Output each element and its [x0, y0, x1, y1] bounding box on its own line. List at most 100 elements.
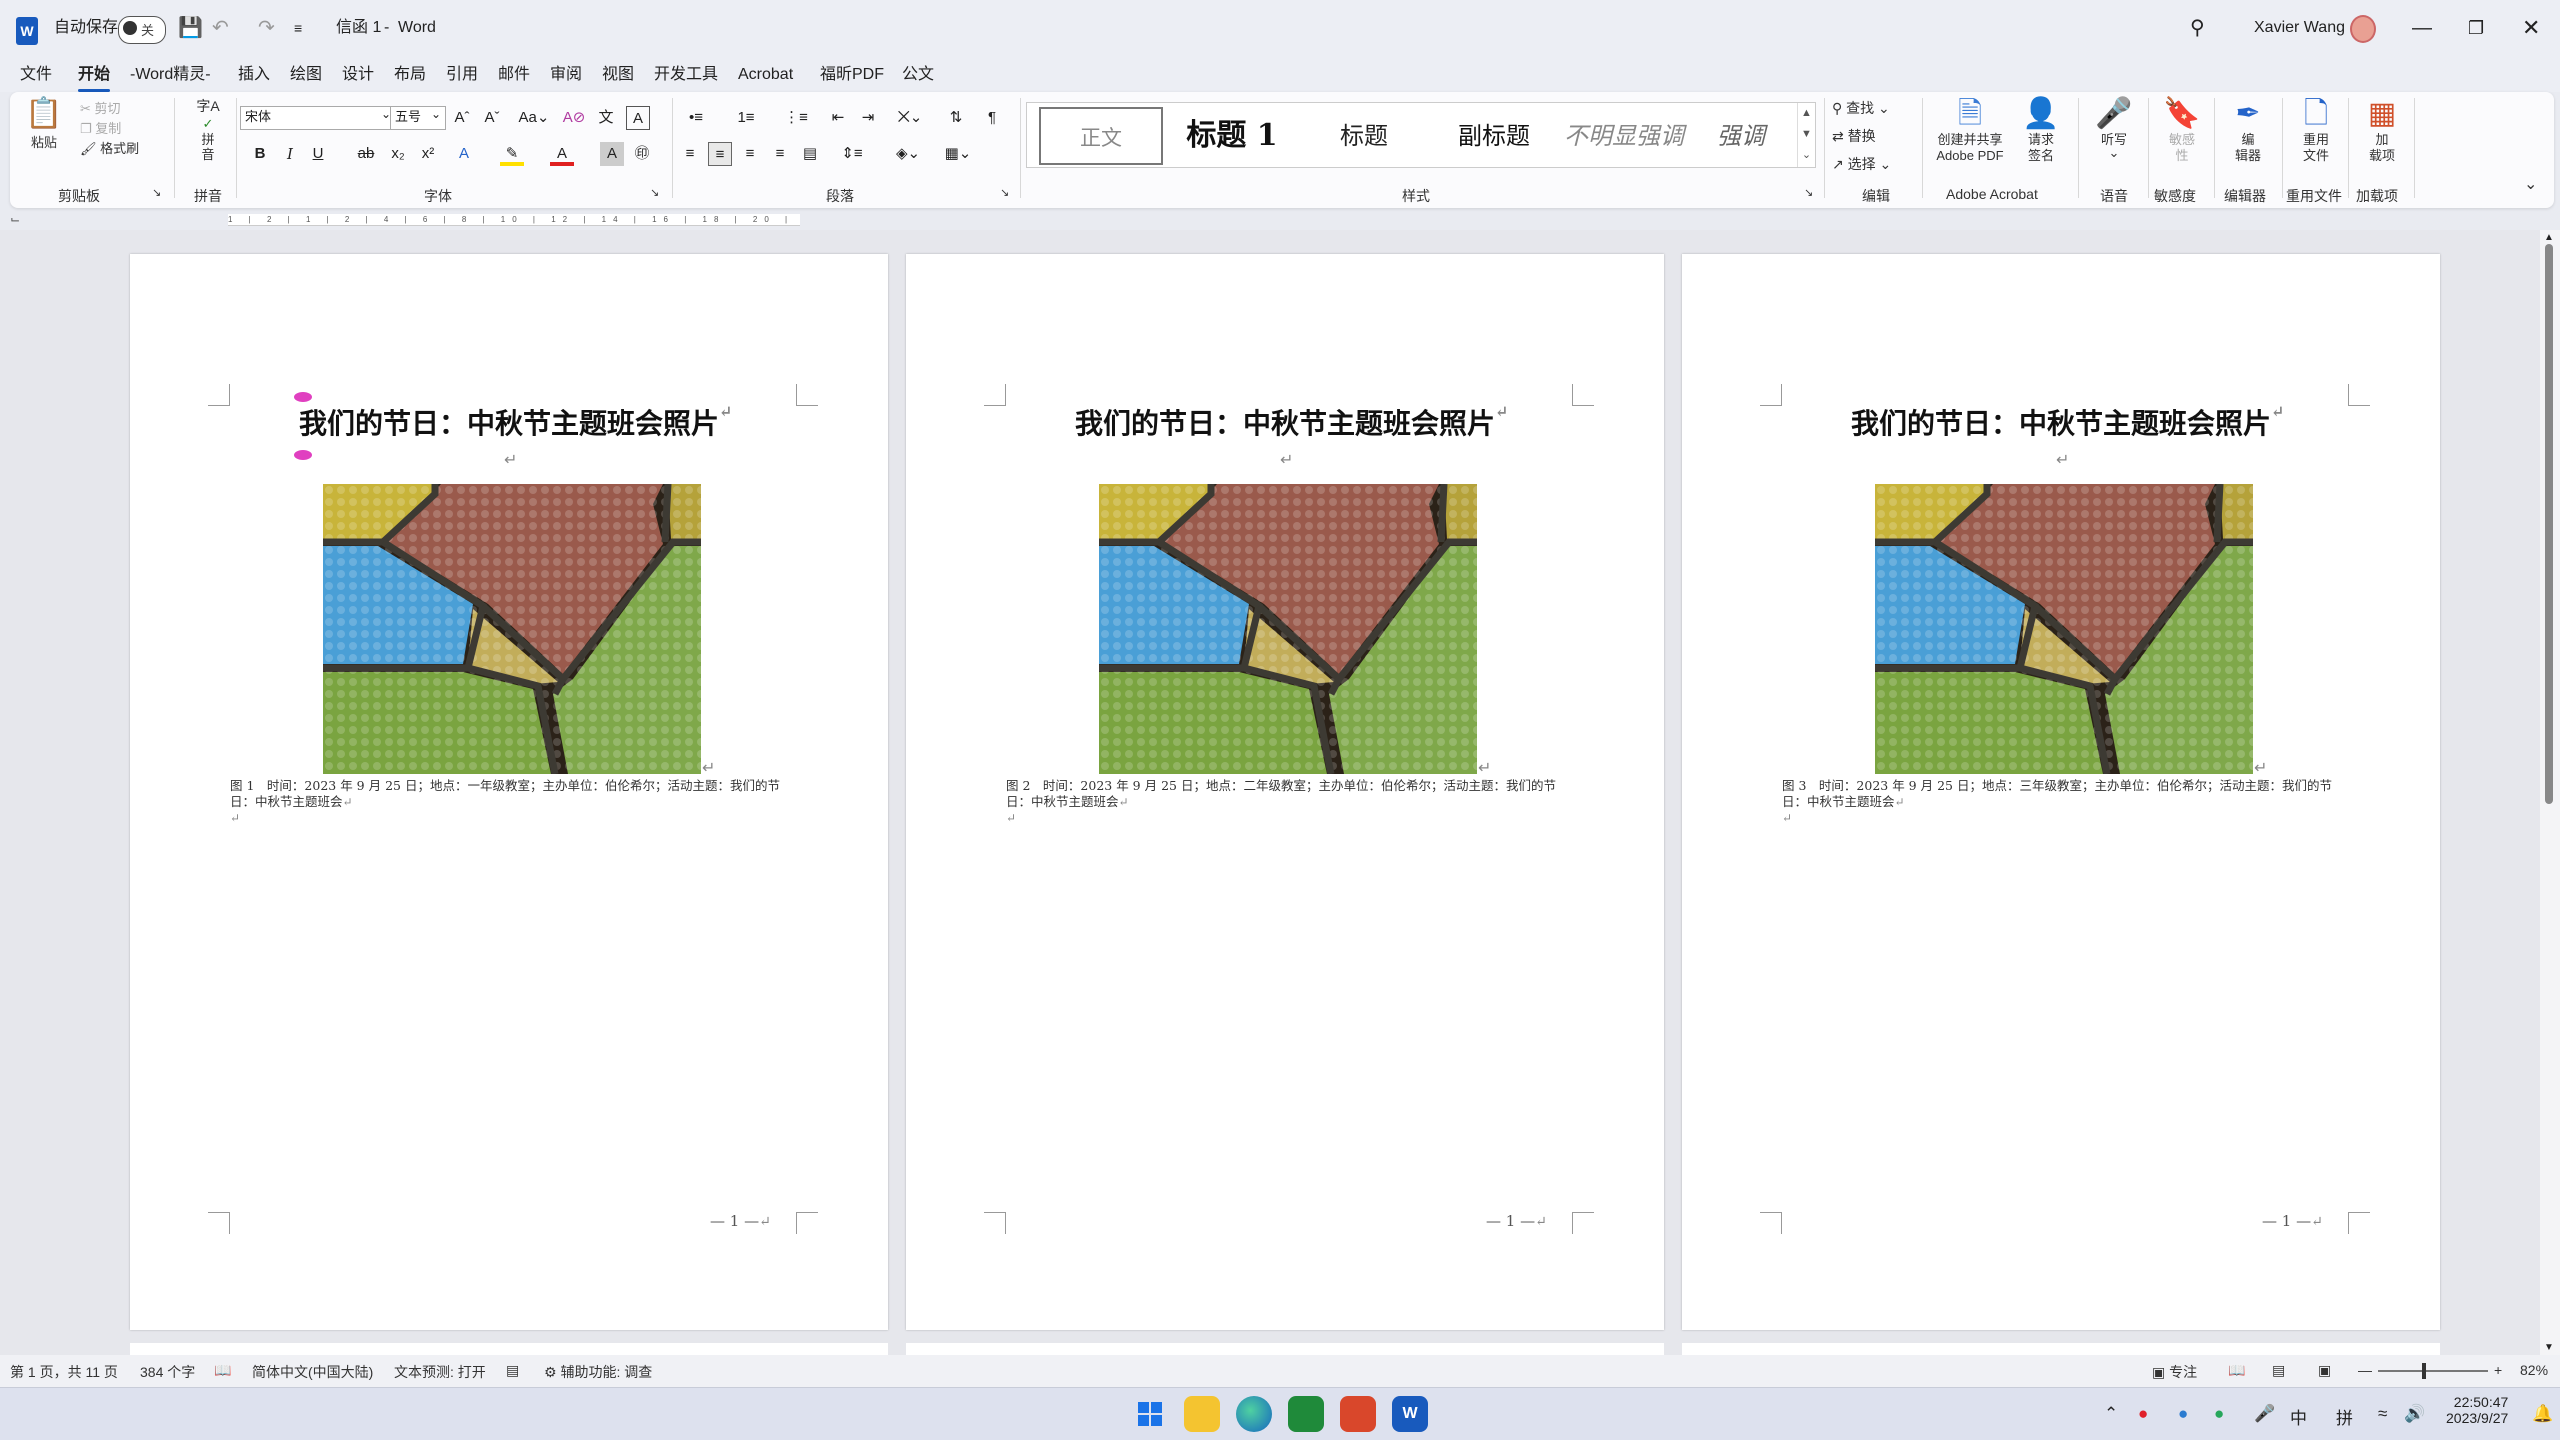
shrink-font-icon[interactable]: Aˇ [480, 106, 504, 130]
style-subtitle[interactable]: 副标题 [1431, 107, 1557, 165]
macro-icon[interactable]: ▤ [506, 1362, 519, 1379]
font-name-select[interactable]: 宋体 [240, 103, 396, 130]
page[interactable]: 我们的节日：中秋节主题班会照片 ↵ ↵ [130, 254, 888, 1330]
redo-icon[interactable]: ↷ [258, 14, 275, 42]
avatar[interactable] [2350, 15, 2376, 43]
ime-pinyin-indicator[interactable]: 拼 [2336, 1404, 2353, 1429]
spreadsheet-app-icon[interactable] [1288, 1396, 1324, 1432]
dialog-launcher-icon[interactable]: ↘ [1000, 186, 1009, 199]
enclose-characters-icon[interactable]: ㊞ [630, 142, 654, 166]
editor-button[interactable]: ✒ 编 辑器 [2220, 96, 2276, 164]
undo-icon[interactable]: ↶ [212, 14, 229, 42]
read-mode-icon[interactable]: 📖 [2228, 1362, 2245, 1379]
figure-caption[interactable]: 图 3 时间：2023 年 9 月 25 日；地点：三年级教室；主办单位：伯伦希… [1782, 778, 2342, 826]
proofing-icon[interactable]: 📖 [214, 1362, 231, 1379]
selection-handle-bottom[interactable] [294, 450, 312, 460]
tab-insert[interactable]: 插入 [238, 62, 270, 88]
show-marks-icon[interactable]: ¶ [980, 106, 1004, 130]
volume-icon[interactable]: 🔊 [2404, 1404, 2425, 1424]
tab-draw[interactable]: 绘图 [290, 62, 322, 88]
align-center-icon[interactable]: ≡ [708, 142, 732, 166]
copy-button[interactable]: ❐ 复制 [80, 118, 121, 137]
tray-overflow-icon[interactable]: ⌃ [2104, 1404, 2118, 1424]
style-title[interactable]: 标题 [1301, 107, 1427, 165]
search-icon[interactable]: ⚲ [2190, 14, 2205, 42]
tab-review[interactable]: 审阅 [550, 62, 582, 88]
align-right-icon[interactable]: ≡ [738, 142, 762, 166]
bullets-icon[interactable]: •≡ [678, 106, 714, 130]
page-heading[interactable]: 我们的节日：中秋节主题班会照片 ↵ [1682, 402, 2440, 442]
tab-file[interactable]: 文件 [20, 62, 52, 88]
tab-design[interactable]: 设计 [342, 62, 374, 88]
reuse-files-button[interactable]: 🗋 重用 文件 [2288, 96, 2344, 164]
tab-foxit-pdf[interactable]: 福昕PDF [820, 62, 884, 88]
justify-icon[interactable]: ≡ [768, 142, 792, 166]
select-button[interactable]: ↗ 选择 ⌄ [1832, 154, 1891, 174]
replace-button[interactable]: ⇄ 替换 [1832, 126, 1876, 146]
italic-icon[interactable]: I [278, 142, 302, 166]
gallery-scroll[interactable]: ▲ ▼ ⌄ [1797, 103, 1815, 167]
clock[interactable]: 22:50:47 2023/9/27 [2446, 1394, 2508, 1426]
file-explorer-icon[interactable] [1184, 1396, 1220, 1432]
dialog-launcher-icon[interactable]: ↘ [1804, 186, 1813, 199]
grow-font-icon[interactable]: Aˆ [450, 106, 474, 130]
tab-home[interactable]: 开始 [78, 62, 111, 92]
font-color-icon[interactable]: A [550, 142, 574, 166]
page[interactable]: 我们的节日：中秋节主题班会照片 ↵ ↵ [1682, 254, 2440, 1330]
minimize-icon[interactable]: — [2412, 14, 2432, 42]
tab-layout[interactable]: 布局 [394, 62, 426, 88]
style-normal[interactable]: 正文 [1039, 107, 1163, 165]
horizontal-ruler[interactable]: 1 | 2 | 1 | 2 | 4 | 6 | 8 | 10 | 12 | 14… [228, 214, 800, 226]
word-taskbar-icon[interactable]: W [1392, 1396, 1428, 1432]
phonetic-guide-icon[interactable]: 文 [594, 106, 618, 130]
collapse-ribbon-icon[interactable]: ⌄ [2524, 174, 2537, 194]
borders-icon[interactable]: ▦⌄ [938, 142, 978, 166]
word-count[interactable]: 384 个字 [140, 1362, 195, 1382]
save-icon[interactable]: 💾 [178, 14, 203, 42]
cut-button[interactable]: ✂ 剪切 [80, 98, 121, 117]
figure-caption[interactable]: 图 1 时间：2023 年 9 月 25 日；地点：一年级教室；主办单位：伯伦希… [230, 778, 790, 826]
restore-icon[interactable]: ❐ [2468, 14, 2484, 42]
scroll-up-icon[interactable]: ▲ [2544, 232, 2554, 243]
ime-mode-indicator[interactable]: 中 [2290, 1404, 2307, 1429]
zoom-level[interactable]: 82% [2520, 1362, 2548, 1378]
pinyin-button[interactable]: 字A ✓ 拼音 [182, 96, 234, 162]
page-heading[interactable]: 我们的节日：中秋节主题班会照片 ↵ [906, 402, 1664, 442]
style-emphasis[interactable]: 强调 [1691, 107, 1791, 165]
stained-glass-photo[interactable] [323, 484, 701, 774]
customize-quick-access-icon[interactable]: ≡ [294, 14, 302, 42]
zoom-out-icon[interactable]: — [2358, 1362, 2372, 1378]
strikethrough-icon[interactable]: ab [354, 142, 378, 166]
highlight-icon[interactable]: ✎ [500, 142, 524, 166]
line-spacing-icon[interactable]: ⇕≡ [832, 142, 872, 166]
paste-button[interactable]: 📋 粘贴 [24, 96, 64, 151]
scroll-thumb[interactable] [2545, 244, 2553, 804]
dictate-button[interactable]: 🎤 听写 ⌄ [2086, 96, 2142, 159]
print-layout-icon[interactable]: ▤ [2272, 1362, 2285, 1379]
tab-official-doc[interactable]: 公文 [902, 62, 934, 88]
presentation-app-icon[interactable] [1340, 1396, 1376, 1432]
figure-caption[interactable]: 图 2 时间：2023 年 9 月 25 日；地点：二年级教室；主办单位：伯伦希… [1006, 778, 1566, 826]
chinese-layout-icon[interactable]: ⨉⌄ [890, 106, 930, 130]
bold-icon[interactable]: B [248, 142, 272, 166]
sort-icon[interactable]: ⇅ [944, 106, 968, 130]
subscript-icon[interactable]: x₂ [386, 142, 410, 166]
format-painter-button[interactable]: 🖌 格式刷 [80, 138, 139, 157]
request-signature-button[interactable]: 👤 请求 签名 [2016, 96, 2066, 164]
increase-indent-icon[interactable]: ⇥ [856, 106, 880, 130]
accessibility-status[interactable]: ⚙ 辅助功能: 调查 [544, 1362, 652, 1382]
tab-acrobat[interactable]: Acrobat [738, 62, 793, 88]
align-left-icon[interactable]: ≡ [678, 142, 702, 166]
stained-glass-photo[interactable] [1875, 484, 2253, 774]
zoom-slider-thumb[interactable] [2422, 1363, 2426, 1379]
document-canvas[interactable]: 我们的节日：中秋节主题班会照片 ↵ ↵ ↵ 图 1 时间：2023 年 9 月 … [0, 230, 2540, 1359]
character-border-icon[interactable]: A [626, 106, 650, 130]
multilevel-list-icon[interactable]: ⋮≡ [778, 106, 814, 130]
stained-glass-photo[interactable] [1099, 484, 1477, 774]
text-prediction[interactable]: 文本预测: 打开 [394, 1362, 486, 1382]
page-heading[interactable]: 我们的节日：中秋节主题班会照片 ↵ [130, 402, 888, 442]
edge-browser-icon[interactable] [1236, 1396, 1272, 1432]
microphone-icon[interactable]: 🎤 [2254, 1404, 2275, 1424]
zoom-in-icon[interactable]: + [2494, 1362, 2502, 1378]
page-count[interactable]: 第 1 页，共 11 页 [10, 1362, 118, 1382]
